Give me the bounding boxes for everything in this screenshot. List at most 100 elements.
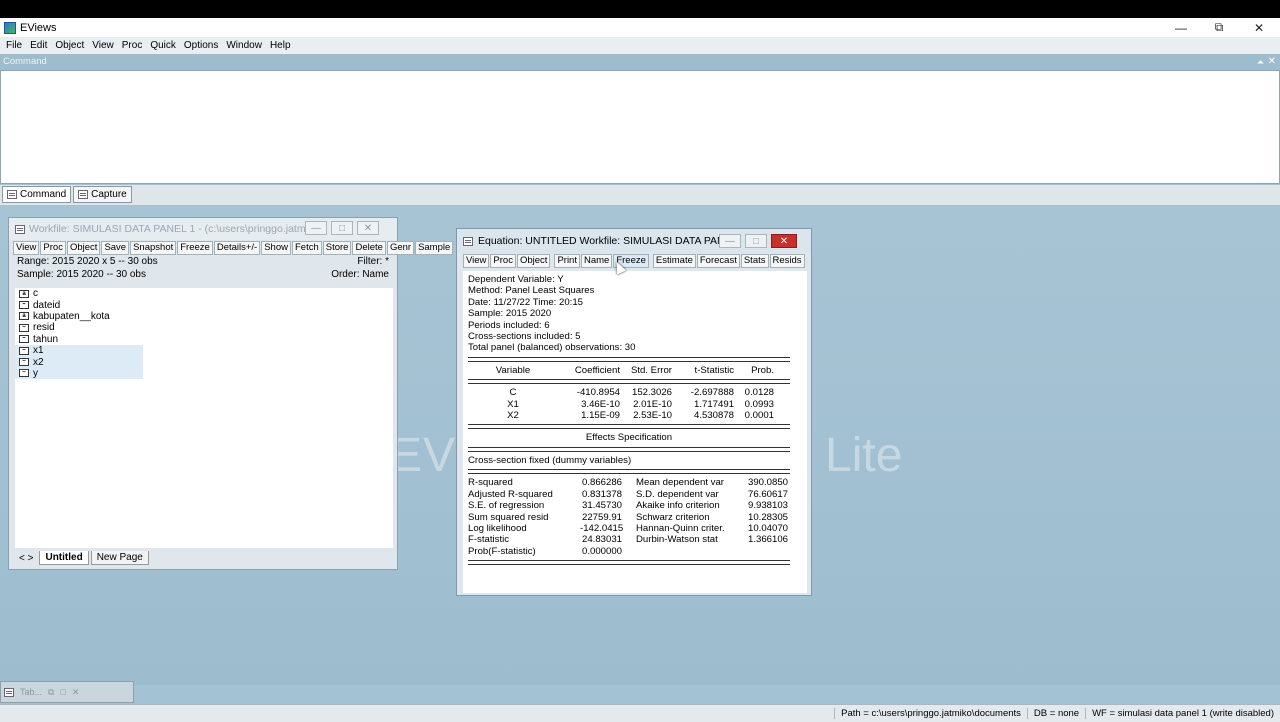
title-bar: EViews — ⧉ ✕: [0, 18, 1280, 37]
eq-stats-button[interactable]: Stats: [740, 253, 769, 268]
menu-window[interactable]: Window: [222, 40, 266, 51]
list-item[interactable]: ac: [15, 288, 143, 299]
workfile-window[interactable]: Workfile: SIMULASI DATA PANEL 1 - (c:\us…: [8, 217, 454, 570]
wf-object-button[interactable]: Object: [66, 241, 101, 255]
tab-command[interactable]: Command: [2, 186, 72, 203]
divider: [468, 424, 790, 430]
table-row: X1 3.46E-10 2.01E-10 1.717491 0.0993: [468, 399, 790, 410]
minimized-window[interactable]: Tab... ⧉ □ ✕: [0, 681, 134, 703]
app-title: EViews: [20, 21, 57, 34]
workfile-sample[interactable]: Sample: 2015 2020 -- 30 obs: [17, 269, 146, 282]
stat-value: 31.45730: [581, 500, 622, 512]
workfile-close-icon[interactable]: ✕: [357, 221, 379, 235]
list-item[interactable]: ~ y: [15, 367, 143, 380]
eq-resids-button[interactable]: Resids: [769, 253, 805, 268]
wf-save-button[interactable]: Save: [101, 241, 130, 255]
stat-row: Sum squared resid 22759.91 Schwarz criteri…: [468, 512, 790, 523]
wf-delete-button[interactable]: Delete: [352, 241, 386, 255]
command-tab-icon: [7, 190, 17, 199]
workfile-page-tabs: < > Untitled New Page: [15, 550, 393, 566]
series-icon: ~: [19, 346, 29, 355]
eq-estimate-button[interactable]: Estimate: [652, 253, 696, 268]
col-t-statistic: t-Statistic: [694, 364, 734, 376]
page-nav-arrows[interactable]: < >: [19, 553, 33, 564]
equation-titlebar[interactable]: Equation: UNTITLED Workfile: SIMULASI DA…: [457, 229, 811, 253]
stat-label: F-statistic: [468, 534, 510, 546]
equation-toolbar: View Proc Object Print Name Freeze Estim…: [457, 253, 811, 268]
alpha-icon: a: [19, 289, 29, 298]
wf-store-button[interactable]: Store: [322, 241, 352, 255]
stat-row: F-statistic 24.83031 Durbin-Watson stat 1.3…: [468, 534, 790, 545]
eq-forecast-button[interactable]: Forecast: [696, 253, 740, 268]
col-variable: Variable: [495, 364, 531, 376]
eq-name-button[interactable]: Name: [580, 253, 613, 268]
workfile-range[interactable]: Range: 2015 2020 x 5 -- 30 obs: [17, 256, 158, 269]
workfile-minimize-icon[interactable]: —: [305, 221, 327, 235]
minimized-restore-icon[interactable]: ⧉: [48, 687, 54, 698]
cell: 152.3026: [631, 387, 672, 399]
workfile-sample-row: Sample: 2015 2020 -- 30 obs Order: Name: [9, 269, 397, 282]
equation-maximize-icon[interactable]: □: [745, 234, 767, 248]
minimized-close-icon[interactable]: ✕: [72, 687, 80, 698]
minimize-icon[interactable]: —: [1162, 18, 1200, 37]
tab-untitled[interactable]: Untitled: [39, 551, 89, 565]
status-db: DB = none: [1026, 708, 1085, 719]
stat-value: 390.0850: [747, 477, 788, 489]
list-item[interactable]: ~ x2: [15, 356, 143, 368]
pin-icon[interactable]: ⏶: [1257, 54, 1264, 70]
workfile-titlebar[interactable]: Workfile: SIMULASI DATA PANEL 1 - (c:\us…: [9, 218, 397, 240]
list-item[interactable]: ~ resid: [15, 322, 143, 333]
wf-freeze-button[interactable]: Freeze: [177, 241, 213, 255]
equation-window[interactable]: Equation: UNTITLED Workfile: SIMULASI DA…: [456, 228, 812, 596]
workfile-range-row: Range: 2015 2020 x 5 -- 30 obs Filter: *: [9, 256, 397, 269]
menu-view[interactable]: View: [88, 40, 118, 51]
eq-view-button[interactable]: View: [463, 253, 490, 268]
workfile-order[interactable]: Order: Name: [331, 269, 389, 282]
list-item[interactable]: ~ dateid: [15, 299, 143, 311]
cell: 2.53E-10: [633, 410, 672, 422]
workfile-maximize-icon[interactable]: □: [331, 221, 353, 235]
menu-file[interactable]: File: [2, 40, 26, 51]
col-prob: Prob.: [751, 364, 774, 376]
minimized-maximize-icon[interactable]: □: [60, 687, 65, 697]
stat-label: [636, 546, 736, 557]
menu-object[interactable]: Object: [51, 40, 88, 51]
stat-label: Prob(F-statistic): [468, 545, 536, 557]
minimized-window-label: Tab...: [20, 687, 43, 697]
menu-help[interactable]: Help: [266, 40, 295, 51]
menu-edit[interactable]: Edit: [26, 40, 51, 51]
stat-row: Prob(F-statistic) 0.000000: [468, 546, 790, 557]
list-item[interactable]: ~ tahun: [15, 334, 143, 345]
command-input[interactable]: [0, 70, 1280, 184]
eq-object-button[interactable]: Object: [516, 253, 551, 268]
menu-options[interactable]: Options: [180, 40, 222, 51]
col-std-error: Std. Error: [630, 364, 672, 376]
wf-details-button[interactable]: Details+/-: [213, 241, 261, 255]
eq-print-button[interactable]: Print: [554, 253, 580, 268]
equation-minimize-icon[interactable]: —: [719, 234, 741, 248]
tab-capture[interactable]: Capture: [73, 186, 132, 203]
equation-close-icon[interactable]: ✕: [771, 234, 797, 248]
menu-quick[interactable]: Quick: [146, 40, 180, 51]
wf-fetch-button[interactable]: Fetch: [291, 241, 322, 255]
list-item[interactable]: ~ x1: [15, 344, 143, 357]
cell: 4.530878: [693, 410, 734, 422]
wf-show-button[interactable]: Show: [261, 241, 291, 255]
command-close-icon[interactable]: ✕: [1268, 54, 1276, 70]
stat-label: Akaike info criterion: [636, 500, 720, 512]
eq-proc-button[interactable]: Proc: [490, 253, 516, 268]
stat-value: 10.04070: [747, 522, 788, 534]
wf-genr-button[interactable]: Genr: [386, 241, 415, 255]
close-icon[interactable]: ✕: [1240, 18, 1278, 37]
workfile-title: Workfile: SIMULASI DATA PANEL 1 - (c:\us…: [29, 223, 322, 235]
tab-new-page[interactable]: New Page: [90, 551, 149, 565]
restore-icon[interactable]: ⧉: [1200, 18, 1238, 37]
menu-proc[interactable]: Proc: [118, 40, 147, 51]
wf-view-button[interactable]: View: [13, 241, 40, 255]
list-item[interactable]: a kabupaten__kota: [15, 311, 143, 322]
header-line: Total panel (balanced) observations: 30: [468, 342, 636, 354]
wf-sample-button[interactable]: Sample: [415, 241, 454, 255]
wf-snapshot-button[interactable]: Snapshot: [130, 241, 177, 255]
wf-proc-button[interactable]: Proc: [40, 241, 66, 255]
workfile-filter[interactable]: Filter: *: [357, 256, 389, 269]
